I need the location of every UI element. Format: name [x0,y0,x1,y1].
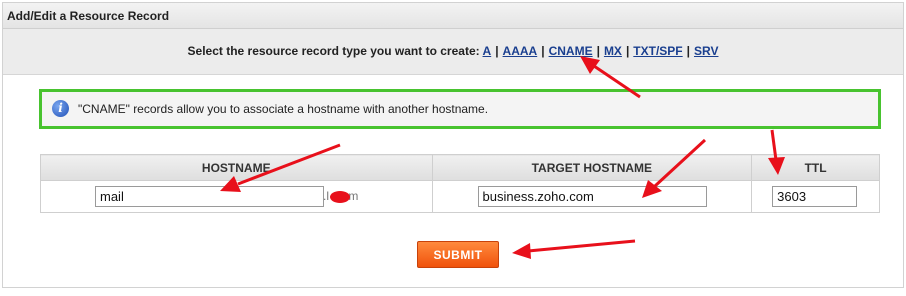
record-type-link-srv[interactable]: SRV [694,44,718,58]
record-type-prompt: Select the resource record type you want… [187,44,480,58]
hostname-input[interactable] [95,186,324,207]
separator: | [686,44,690,58]
ttl-input[interactable] [772,186,858,207]
separator: | [625,44,630,58]
cname-info-box: i "CNAME" records allow you to associate… [39,89,881,129]
redaction-mark [330,191,350,203]
target-hostname-input[interactable] [477,186,707,207]
panel-title: Add/Edit a Resource Record [3,3,903,29]
separator: | [495,44,499,58]
record-table: HOSTNAME TARGET HOSTNAME TTL .l .com [40,154,880,213]
column-header-hostname: HOSTNAME [40,154,433,181]
column-header-ttl: TTL [751,154,880,181]
column-header-target-hostname: TARGET HOSTNAME [431,154,753,181]
hostname-cell: .l .com [40,180,433,213]
record-type-link-a[interactable]: A [483,44,492,58]
target-hostname-cell [431,180,753,213]
table-header-row: HOSTNAME TARGET HOSTNAME TTL [40,154,880,181]
record-type-link-aaaa[interactable]: AAAA [503,44,538,58]
record-type-link-mx[interactable]: MX [604,44,622,58]
info-text: "CNAME" records allow you to associate a… [78,102,489,116]
separator: | [596,44,600,58]
record-type-selector: Select the resource record type you want… [3,29,903,75]
ttl-cell [751,180,880,213]
submit-button[interactable]: SUBMIT [417,241,499,268]
record-type-link-cname[interactable]: CNAME [549,44,593,58]
info-icon: i [52,100,69,117]
record-type-link-txt-spf[interactable]: TXT/SPF [633,44,682,58]
separator: | [541,44,545,58]
table-row: .l .com [40,180,880,213]
